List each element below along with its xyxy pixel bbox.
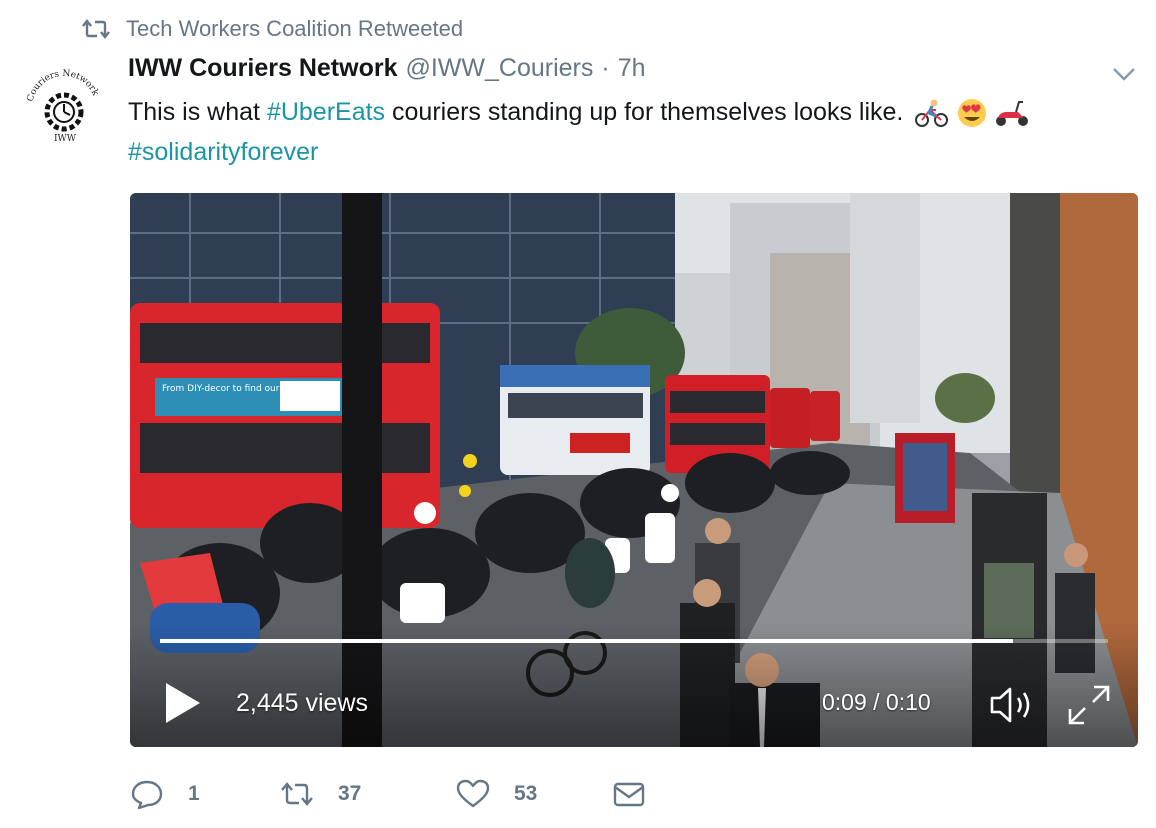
- retweet-banner[interactable]: Tech Workers Coalition Retweeted: [82, 14, 463, 44]
- video-progress-bar[interactable]: [160, 639, 1108, 643]
- avatar[interactable]: Couriers Network IWW: [22, 66, 106, 150]
- video-progress-fill: [160, 639, 1014, 643]
- video-time: 0:09 / 0:10: [822, 689, 931, 715]
- heart-icon: [456, 779, 490, 808]
- like-count: 53: [514, 782, 538, 805]
- video-frame: From DIY-decor to find our new look: [130, 193, 1138, 747]
- hashtag-link-solidarityforever[interactable]: #solidarityforever: [128, 138, 318, 166]
- tweet-text-part: This is what: [128, 98, 267, 126]
- view-count: 2,445 views: [236, 689, 369, 717]
- reply-button[interactable]: 1: [130, 778, 280, 810]
- tweet-actions: 1 37 53: [130, 776, 646, 812]
- envelope-icon: [613, 782, 645, 807]
- reply-count: 1: [188, 782, 200, 805]
- play-icon[interactable]: [164, 681, 202, 725]
- tweet-time[interactable]: 7h: [618, 54, 646, 83]
- chevron-down-icon[interactable]: [1110, 62, 1138, 86]
- tweet-text-part: couriers standing up for themselves look…: [385, 98, 904, 126]
- hashtag-link-ubereats[interactable]: #UberEats: [267, 98, 385, 126]
- like-button[interactable]: 53: [456, 778, 612, 810]
- reply-icon: [131, 780, 163, 810]
- svg-text:IWW: IWW: [54, 134, 77, 144]
- retweet-button[interactable]: 37: [280, 778, 456, 810]
- retweet-banner-text: Tech Workers Coalition Retweeted: [126, 16, 464, 41]
- tweet-text: This is what #UberEats couriers standing…: [128, 92, 1138, 172]
- author-name[interactable]: IWW Couriers Network: [128, 54, 397, 83]
- bicyclist-emoji: [915, 99, 949, 128]
- separator-dot: ·: [601, 54, 610, 82]
- tweet-header: IWW Couriers Network @IWW_Couriers · 7h: [128, 54, 646, 88]
- video-player[interactable]: From DIY-decor to find our new look 2,44…: [130, 193, 1138, 747]
- svg-text:Couriers Network: Couriers Network: [26, 69, 101, 103]
- author-handle[interactable]: @IWW_Couriers: [405, 54, 593, 83]
- volume-icon[interactable]: [988, 683, 1040, 727]
- heart-eyes-emoji: [958, 99, 987, 128]
- retweet-icon: [82, 19, 110, 39]
- fullscreen-icon[interactable]: [1066, 683, 1112, 727]
- retweet-icon: [281, 782, 313, 806]
- scooter-emoji: [996, 101, 1029, 127]
- direct-message-button[interactable]: [612, 778, 646, 810]
- retweet-count: 37: [338, 782, 362, 805]
